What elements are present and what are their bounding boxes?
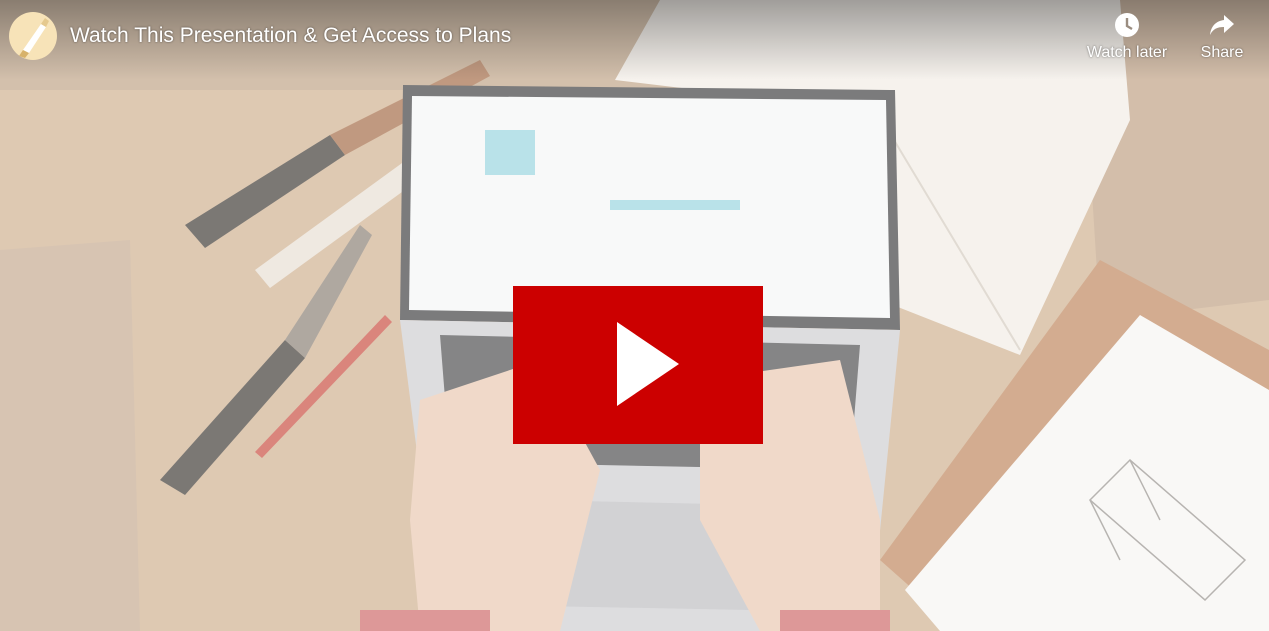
channel-avatar[interactable] [9, 12, 57, 60]
play-button[interactable] [513, 286, 763, 444]
share-button[interactable]: Share [1192, 12, 1252, 62]
clock-icon [1115, 13, 1139, 37]
paintbrush-icon [19, 18, 49, 58]
video-player[interactable]: Watch This Presentation & Get Access to … [0, 0, 1269, 631]
video-title[interactable]: Watch This Presentation & Get Access to … [70, 24, 511, 48]
watch-later-button[interactable]: Watch later [1080, 12, 1174, 62]
watch-later-label: Watch later [1086, 44, 1168, 61]
share-label: Share [1200, 44, 1244, 61]
play-icon [617, 322, 679, 406]
title-bar: Watch This Presentation & Get Access to … [0, 0, 1269, 80]
share-arrow-icon [1210, 15, 1234, 35]
